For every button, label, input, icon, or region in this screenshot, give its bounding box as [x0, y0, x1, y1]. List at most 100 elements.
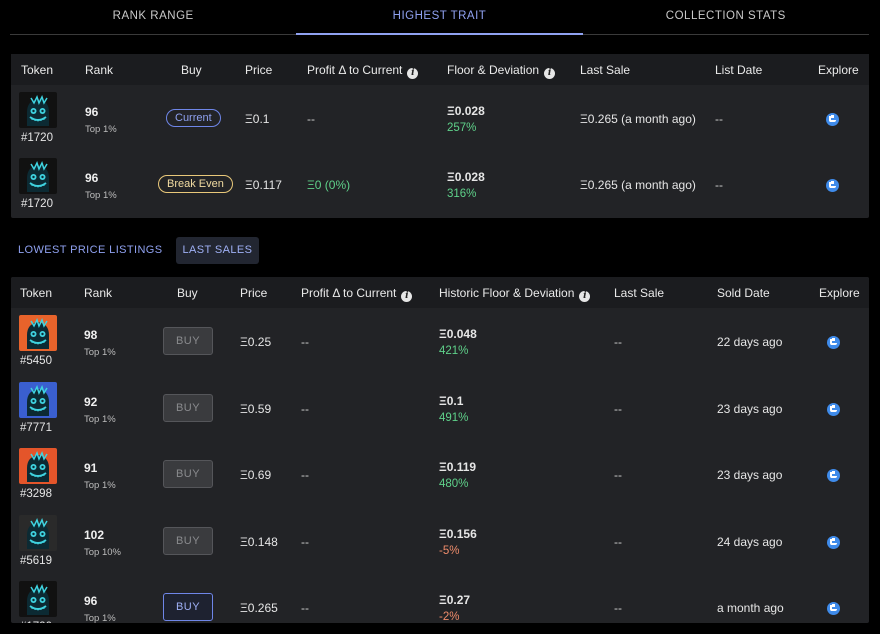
- token-id[interactable]: #1720: [20, 621, 52, 623]
- col-profit: Profit Δ to Current i: [301, 286, 413, 302]
- tab-lowest-price-listings[interactable]: LOWEST PRICE LISTINGS: [11, 237, 170, 264]
- buy-button[interactable]: BUY: [163, 327, 213, 355]
- col-last-sale: Last Sale: [614, 286, 665, 300]
- tab-highest-trait[interactable]: HIGHEST TRAIT: [296, 0, 583, 35]
- buy-button[interactable]: BUY: [163, 593, 213, 621]
- floor-value: Ξ0.1: [439, 393, 464, 408]
- profit: --: [301, 601, 309, 615]
- rank-tier: Top 1%: [84, 413, 116, 425]
- token-id[interactable]: #3298: [20, 488, 52, 500]
- profit: --: [301, 534, 309, 549]
- last-sale: --: [614, 335, 622, 349]
- rank-tier: Top 10%: [84, 546, 121, 558]
- sold-date: 22 days ago: [717, 335, 783, 349]
- rank-cell: 92 Top 1%: [84, 395, 116, 425]
- col-list-date: List Date: [715, 63, 763, 77]
- token-id[interactable]: #5619: [20, 555, 52, 567]
- info-icon[interactable]: i: [407, 68, 419, 79]
- col-buy: Buy: [181, 63, 202, 77]
- rank-value: 96: [85, 105, 99, 119]
- deviation-value: -2%: [439, 611, 460, 623]
- list-date: --: [715, 112, 723, 126]
- col-price: Price: [240, 286, 268, 300]
- profit: --: [301, 335, 309, 349]
- sold-date: 24 days ago: [717, 534, 783, 549]
- token-thumbnail[interactable]: [19, 581, 57, 617]
- token-thumbnail[interactable]: [19, 92, 57, 128]
- rank-tier: Top 1%: [84, 347, 116, 358]
- info-icon[interactable]: i: [544, 68, 556, 79]
- floor-cell: Ξ0.27 -2%: [439, 593, 470, 623]
- explore-icon[interactable]: [827, 402, 840, 416]
- tab-collection-stats[interactable]: COLLECTION STATS: [583, 0, 869, 34]
- price: Ξ0.1: [245, 112, 270, 126]
- floor-cell: Ξ0.028 257%: [447, 104, 485, 134]
- col-floor: Historic Floor & Deviation i: [439, 286, 591, 302]
- table-row: #1720 96 Top 1% Break Even Ξ0.117 Ξ0 (0%) Ξ0.0…: [11, 151, 869, 217]
- explore-icon[interactable]: [827, 602, 840, 615]
- table-row: #1720 96 Top 1% BUY Ξ0.265 -- Ξ0.27 -2% -- a mont…: [11, 574, 869, 623]
- explore-icon[interactable]: [826, 179, 839, 192]
- floor-cell: Ξ0.1 491%: [439, 394, 468, 424]
- token-thumbnail[interactable]: [19, 514, 57, 551]
- token-thumbnail[interactable]: [19, 315, 57, 351]
- price: Ξ0.265: [240, 601, 278, 615]
- token-id[interactable]: #5450: [20, 355, 52, 367]
- floor-value: Ξ0.048: [439, 327, 477, 341]
- token-id[interactable]: #1720: [21, 132, 53, 144]
- rank-cell: 91 Top 1%: [84, 461, 116, 491]
- col-last-sale: Last Sale: [580, 63, 631, 77]
- explore-icon[interactable]: [827, 469, 840, 482]
- info-icon[interactable]: i: [401, 291, 413, 302]
- token-id[interactable]: #1720: [21, 198, 53, 210]
- deviation-value: 316%: [447, 188, 477, 200]
- rank-value: 98: [84, 328, 98, 342]
- explore-icon[interactable]: [826, 113, 839, 126]
- deviation-value: 421%: [439, 345, 469, 357]
- profit: --: [301, 468, 309, 482]
- rank-cell: 102 Top 10%: [84, 528, 121, 558]
- floor-cell: Ξ0.156 -5%: [439, 527, 477, 557]
- deviation-value: 491%: [439, 411, 469, 424]
- sold-date: 23 days ago: [717, 401, 783, 416]
- profit: --: [307, 112, 315, 126]
- buy-button[interactable]: BUY: [163, 460, 213, 488]
- explore-icon[interactable]: [827, 535, 840, 549]
- tab-rank-range[interactable]: RANK RANGE: [10, 0, 296, 34]
- table-row: #1720 96 Top 1% Current Ξ0.1 -- Ξ0.028 257% Ξ0.2…: [11, 85, 869, 151]
- info-icon[interactable]: i: [579, 291, 591, 302]
- price: Ξ0.117: [245, 178, 282, 192]
- col-sold-date: Sold Date: [717, 286, 770, 300]
- floor-cell: Ξ0.119 480%: [439, 460, 476, 490]
- last-sale: --: [614, 468, 622, 482]
- price: Ξ0.148: [240, 534, 278, 549]
- floor-cell: Ξ0.028 316%: [447, 170, 485, 200]
- token-thumbnail[interactable]: [19, 381, 57, 418]
- rank-tier: Top 1%: [85, 124, 117, 135]
- rank-cell: 96 Top 1%: [85, 105, 117, 135]
- rank-value: 91: [84, 461, 98, 475]
- token-thumbnail[interactable]: [19, 448, 57, 484]
- listing-subtabs: LOWEST PRICE LISTINGS LAST SALES: [11, 237, 260, 264]
- rank-value: 102: [84, 527, 105, 542]
- explore-icon[interactable]: [827, 336, 840, 349]
- list-date: --: [715, 178, 723, 192]
- price: Ξ0.59: [240, 401, 272, 416]
- tab-last-sales[interactable]: LAST SALES: [175, 237, 260, 264]
- floor-value: Ξ0.119: [439, 460, 477, 474]
- col-profit: Profit Δ to Current i: [307, 63, 419, 79]
- col-explore: Explore: [818, 63, 859, 77]
- rank-value: 96: [84, 594, 98, 608]
- buy-button[interactable]: BUY: [163, 526, 213, 555]
- floor-cell: Ξ0.048 421%: [439, 327, 477, 357]
- col-floor: Floor & Deviation i: [447, 63, 556, 79]
- highest-trait-table: Token Rank Buy Price Profit Δ to Current…: [11, 54, 869, 218]
- buy-button[interactable]: BUY: [163, 393, 213, 422]
- rank-tier: Top 1%: [84, 613, 116, 623]
- profit: --: [301, 401, 309, 416]
- last-sale: --: [614, 401, 622, 416]
- token-thumbnail[interactable]: [19, 158, 57, 194]
- col-price: Price: [245, 63, 273, 77]
- break-even-badge: Break Even: [158, 175, 233, 193]
- token-id[interactable]: #7771: [20, 422, 52, 434]
